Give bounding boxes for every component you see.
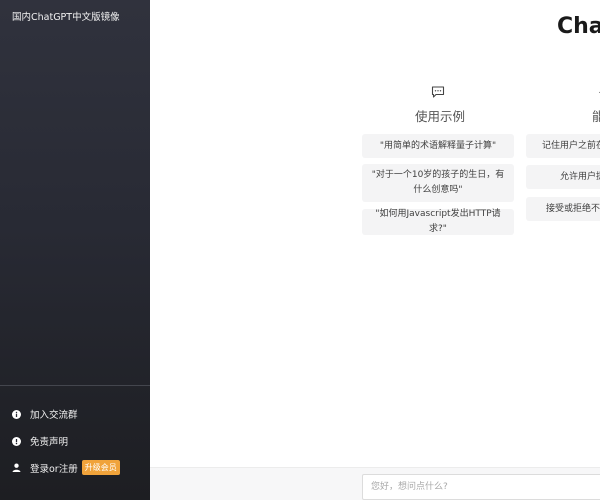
sidebar-item-disclaimer[interactable]: 免责声明 [12,434,68,448]
brand-title: 国内ChatGPT中文版镜像 [12,12,120,23]
sidebar-item-label: 加入交流群 [30,410,78,421]
user-icon [12,463,21,472]
info-icon [12,409,21,419]
sidebar-item-label: 免责声明 [30,437,69,448]
chat-bubble-icon [431,84,445,98]
sidebar-divider [0,385,150,386]
alert-icon [12,436,21,446]
main-content: Chat 使用示例 能 "用简单的术语解释量子计算" "对于一个10岁的孩子的生… [150,0,600,500]
chat-input[interactable] [362,474,600,500]
sidebar-item-label: 登录or注册 [30,463,78,475]
column-title-capabilities: 能 [592,109,600,124]
lightning-icon [596,84,600,98]
example-card[interactable]: "如何用Javascript发出HTTP请求?" [362,209,514,235]
column-title-examples: 使用示例 [415,109,466,124]
upgrade-badge[interactable]: 升级会员 [81,460,120,475]
capability-card: 允许用户提 [526,165,600,189]
sidebar-item-join-group[interactable]: 加入交流群 [12,407,78,421]
page-title: Chat [557,14,600,39]
sidebar: 国内ChatGPT中文版镜像 加入交流群 免责声明 登录or注册 升级会员 [0,0,150,500]
capability-card: 记住用户之前在 [526,134,600,158]
example-card[interactable]: "对于一个10岁的孩子的生日，有什么创意吗" [362,164,514,202]
sidebar-item-login[interactable]: 登录or注册 升级会员 [12,460,120,475]
example-card[interactable]: "用简单的术语解释量子计算" [362,134,514,158]
capability-card: 接受或拒绝不 [526,197,600,221]
